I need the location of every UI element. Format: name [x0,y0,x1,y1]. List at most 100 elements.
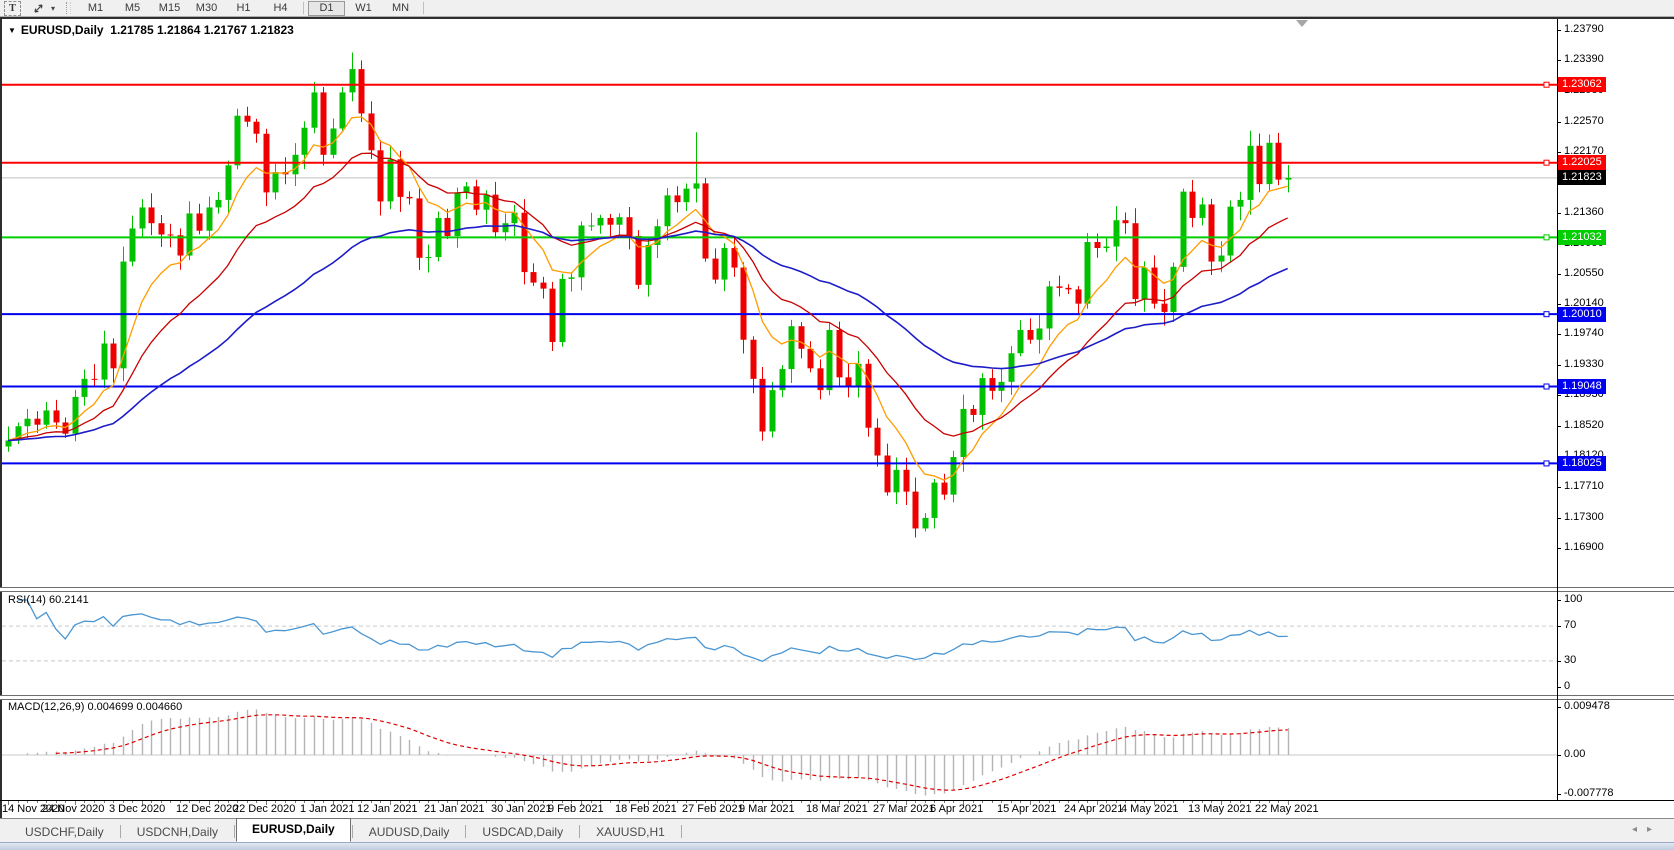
axis-tick-label: -0.007778 [1564,787,1614,799]
price-level-badge: 1.21032 [1558,230,1606,245]
macd-indicator-label: MACD(12,26,9) 0.004699 0.004660 [8,701,182,713]
price-level-badge: 1.20010 [1558,307,1606,322]
tab-audusd[interactable]: AUDUSD,Daily [354,822,465,842]
axis-tick [1557,755,1561,756]
tab-separator [465,825,466,838]
date-label: 21 Jan 2021 [424,803,485,815]
line-handle-1.20010[interactable] [1544,312,1549,317]
axis-tick-label: 1.17710 [1564,480,1604,492]
current-price-badge: 1.21823 [1558,170,1606,185]
tab-separator [234,825,235,838]
axis-tick [1557,487,1561,488]
price-level-badge: 1.19048 [1558,379,1606,394]
date-label: 24 Nov 2020 [42,803,104,815]
date-label: 15 Apr 2021 [997,803,1056,815]
axis-tick-label: 1.22570 [1564,115,1604,127]
axis-tick [1557,365,1561,366]
plot-bottom-border [0,800,1674,801]
date-label: 27 Mar 2021 [873,803,935,815]
time-minor-tick [419,801,420,803]
date-label: 30 Jan 2021 [491,803,552,815]
axis-tick-label: 1.19330 [1564,358,1604,370]
axis-tick [1557,122,1561,123]
macd-signal-line [56,715,1288,790]
axis-tick-label: 0.009478 [1564,700,1610,712]
axis-tick [1557,30,1561,31]
tab-xauusd[interactable]: XAUUSD,H1 [581,822,680,842]
axis-tick-label: 70 [1564,619,1576,631]
axis-tick-label: 100 [1564,593,1582,605]
price-level-badge: 1.23062 [1558,77,1606,92]
line-handle-1.22025[interactable] [1544,160,1549,165]
rsi-panel-resize-handle[interactable] [0,587,1674,592]
date-label: 12 Jan 2021 [357,803,418,815]
axis-tick-label: 1.19740 [1564,327,1604,339]
axis-tick-label: 1.21360 [1564,206,1604,218]
chart-symbol-period: EURUSD,Daily [21,23,104,37]
tab-usdchf[interactable]: USDCHF,Daily [10,822,119,842]
tab-usdcad[interactable]: USDCAD,Daily [467,822,578,842]
date-label: 12 Dec 2020 [176,803,238,815]
axis-tick [1557,707,1561,708]
date-label: 22 May 2021 [1255,803,1319,815]
axis-tick-label: 30 [1564,654,1576,666]
date-label: 13 May 2021 [1188,803,1252,815]
candles [6,53,1292,538]
ma-mid-line [8,153,1288,440]
chart-canvas[interactable] [0,0,1674,849]
rsi-line [18,600,1288,661]
date-label: 4 May 2021 [1121,803,1178,815]
tab-usdcnh[interactable]: USDCNH,Daily [122,822,233,842]
date-label: 24 Apr 2021 [1064,803,1123,815]
line-handle-1.18025[interactable] [1544,461,1549,466]
axis-tick-label: 1.16900 [1564,541,1604,553]
axis-tick [1557,395,1561,396]
axis-tick-label: 1.23790 [1564,23,1604,35]
line-handle-1.23062[interactable] [1544,82,1549,87]
time-minor-tick [1183,801,1184,803]
time-minor-tick [868,801,869,803]
chart-shift-icon[interactable] [1296,20,1308,27]
axis-tick [1557,687,1561,688]
date-label: 18 Mar 2021 [806,803,868,815]
tab-scroll-left-icon[interactable]: ◂ [1632,824,1647,835]
tab-scroll-arrows[interactable]: ◂▸ [1632,824,1662,835]
axis-tick [1557,600,1561,601]
axis-divider [1557,19,1558,800]
axis-tick [1557,426,1561,427]
time-minor-tick [677,801,678,803]
tab-separator [579,825,580,838]
time-minor-tick [170,801,171,803]
time-minor-tick [610,801,611,803]
tab-separator [120,825,121,838]
axis-tick-label: 1.23390 [1564,53,1604,65]
axis-tick [1557,304,1561,305]
axis-tick [1557,661,1561,662]
line-handle-1.19048[interactable] [1544,384,1549,389]
tab-scroll-right-icon[interactable]: ▸ [1647,824,1662,835]
price-level-badge: 1.22025 [1558,155,1606,170]
line-handle-1.21032[interactable] [1544,235,1549,240]
axis-tick [1557,334,1561,335]
time-minor-tick [486,801,487,803]
axis-tick [1557,626,1561,627]
tab-eurusd[interactable]: EURUSD,Daily [236,818,351,842]
rsi-indicator-label: RSI(14) 60.2141 [8,594,89,606]
axis-tick [1557,60,1561,61]
axis-tick [1557,152,1561,153]
date-label: 6 Apr 2021 [930,803,983,815]
axis-tick [1557,213,1561,214]
ma-fast-line [8,117,1288,480]
date-label: 18 Feb 2021 [615,803,677,815]
axis-tick [1557,794,1561,795]
date-label: 22 Dec 2020 [233,803,295,815]
chart-ohlc-values: 1.21785 1.21864 1.21767 1.21823 [110,23,294,37]
axis-tick [1557,548,1561,549]
macd-panel-resize-handle[interactable] [0,695,1674,700]
date-label: 1 Jan 2021 [300,803,354,815]
date-label: 3 Dec 2020 [109,803,165,815]
axis-tick-label: 0.00 [1564,748,1585,760]
collapse-icon[interactable]: ▼ [8,26,16,35]
macd-histogram [28,709,1289,795]
axis-tick [1557,274,1561,275]
